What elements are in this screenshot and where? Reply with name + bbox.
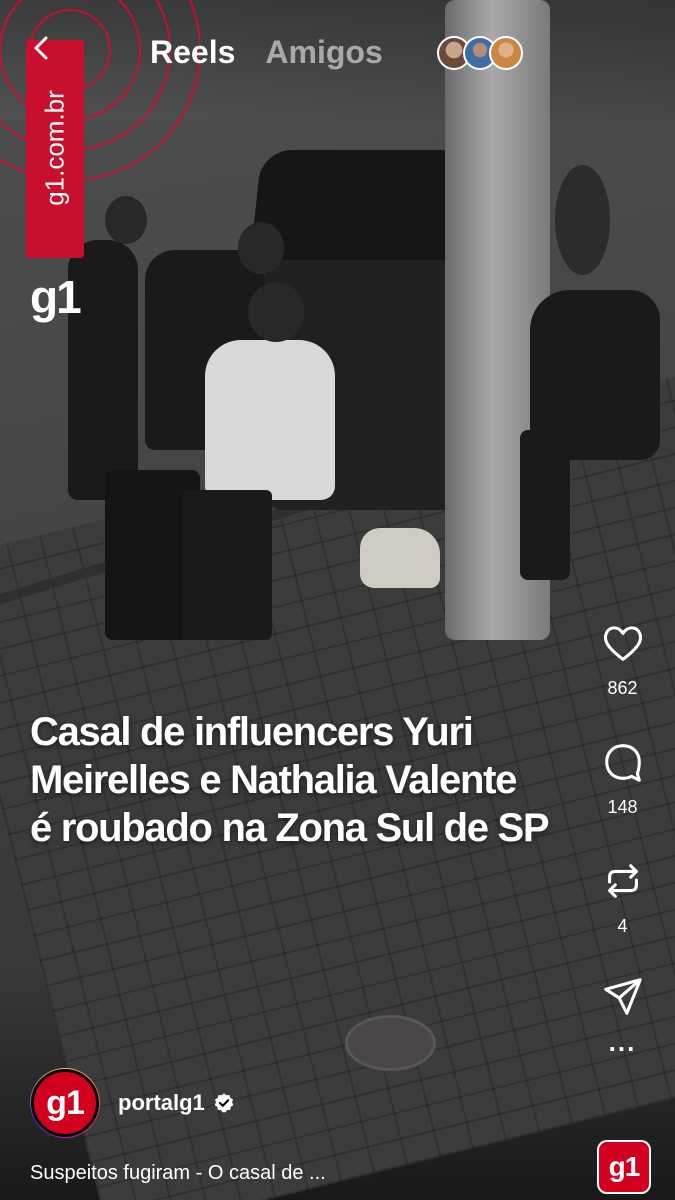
avatar: [489, 36, 523, 70]
avatar-g1-logo: g1: [31, 1069, 99, 1137]
comment-icon[interactable]: [600, 739, 646, 785]
tab-amigos[interactable]: Amigos: [265, 34, 382, 71]
repost-action[interactable]: 4: [600, 858, 646, 937]
comment-count: 148: [607, 797, 638, 817]
video-headline: Casal de influencers Yuri Meirelles e Na…: [30, 708, 630, 852]
like-action[interactable]: 862: [600, 620, 646, 699]
author-handle[interactable]: portalg1: [118, 1090, 205, 1116]
heart-icon[interactable]: [600, 620, 646, 666]
repost-icon[interactable]: [600, 858, 646, 904]
comment-action[interactable]: 148: [600, 739, 646, 818]
g1-logo: g1: [30, 271, 82, 323]
reel-screen: g1.com.br g1 Reels Amigos Casal de influ…: [0, 0, 675, 1200]
g1-url-label: g1.com.br: [39, 90, 70, 206]
person-head-shape: [248, 282, 304, 342]
white-shirt-person-shape: [205, 340, 335, 500]
headline-line: Meirelles e Nathalia Valente: [30, 758, 517, 802]
reels-tabs: Reels Amigos: [150, 34, 383, 71]
person-legs-shape: [520, 430, 570, 580]
person-head-shape: [105, 196, 147, 244]
person-legs-shape: [182, 490, 272, 640]
friend-avatars[interactable]: [437, 36, 523, 70]
reel-actions: 862 148 4 ...: [595, 620, 650, 1058]
verified-badge-icon: [214, 1093, 234, 1113]
like-count: 862: [607, 678, 638, 698]
person-head-shape: [238, 222, 284, 274]
bag-shape: [360, 528, 440, 588]
motorcyclist-shape: [555, 165, 610, 275]
avatar[interactable]: g1: [30, 1068, 100, 1138]
share-action[interactable]: [600, 973, 646, 1019]
more-icon[interactable]: ...: [609, 1027, 637, 1058]
manhole-shape: [345, 1015, 436, 1071]
headline-line: é roubado na Zona Sul de SP: [30, 806, 550, 850]
author-row[interactable]: g1 portalg1: [30, 1068, 235, 1138]
tab-reels[interactable]: Reels: [150, 34, 235, 71]
headline-line: Casal de influencers Yuri: [30, 710, 474, 754]
reel-caption[interactable]: Suspeitos fugiram - O casal de ...: [30, 1162, 326, 1185]
chevron-left-icon[interactable]: [30, 36, 54, 60]
repost-count: 4: [617, 916, 628, 936]
audio-thumbnail[interactable]: g1: [597, 1140, 651, 1194]
send-icon[interactable]: [600, 973, 646, 1019]
